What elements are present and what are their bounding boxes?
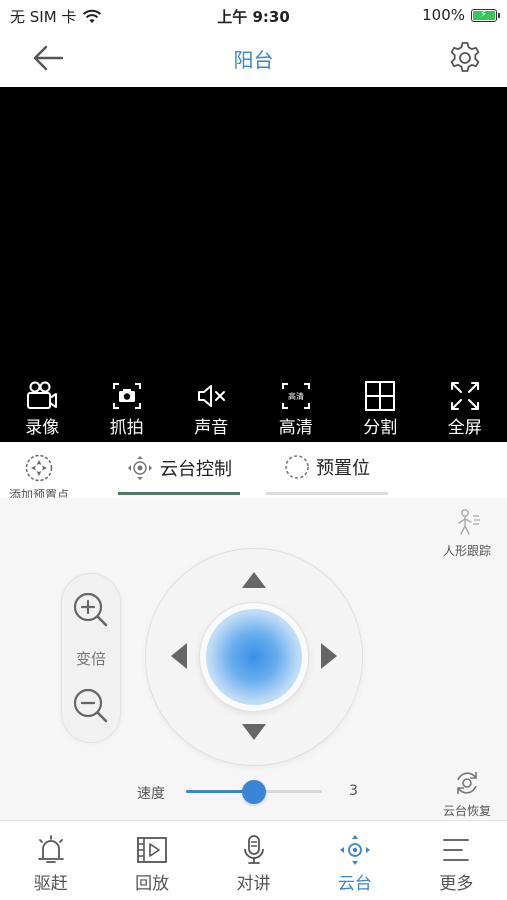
video-toolbar: 录像 抓拍 声音 高清 高清 分割 全屏 (0, 378, 507, 438)
speed-label: 速度 (137, 786, 165, 802)
speed-slider[interactable] (186, 780, 322, 804)
battery-icon: ⚡ (471, 8, 500, 22)
bottom-tab-ptz-label: 云台 (337, 874, 372, 894)
fullscreen-icon (450, 382, 479, 410)
nav-bar: 阳台 (0, 30, 507, 87)
tab-preset-label: 预置位 (316, 458, 370, 479)
tab-ptz-label: 云台控制 (160, 459, 232, 480)
pan-left-arrow-icon[interactable] (168, 641, 190, 671)
human-tracking-icon (458, 509, 480, 535)
ptz-restore-label: 云台恢复 (442, 804, 491, 818)
zoom-label: 变倍 (75, 650, 106, 668)
settings-button[interactable] (447, 40, 483, 76)
zoom-in-button[interactable] (71, 590, 111, 630)
ptz-joystick[interactable] (146, 549, 362, 765)
bottom-tab-deter-label: 驱赶 (33, 874, 68, 894)
hd-label: 高清 (278, 418, 313, 438)
fullscreen-label: 全屏 (447, 418, 482, 438)
joystick-glow (206, 609, 302, 705)
record-label: 录像 (25, 418, 60, 438)
status-bar: 无 SIM 卡 上午 9:30 100% ⚡ (0, 0, 507, 30)
pan-right-arrow-icon[interactable] (318, 641, 340, 671)
gear-icon (450, 42, 480, 72)
status-right: 100% ⚡ (422, 6, 500, 24)
human-tracking-button[interactable]: 人形跟踪 (435, 508, 499, 559)
video-view[interactable]: 录像 抓拍 声音 高清 高清 分割 全屏 (0, 87, 507, 442)
zoom-out-button[interactable] (71, 686, 111, 726)
record-button[interactable]: 录像 (0, 378, 85, 438)
ptz-restore-icon (457, 772, 477, 794)
page-title: 阳台 (233, 48, 274, 72)
alarm-bell-icon (37, 835, 64, 863)
hd-button[interactable]: 高清 高清 (254, 378, 339, 438)
zoom-in-icon (73, 592, 108, 627)
ptz-control-panel: 人形跟踪 变倍 速度 3 云台恢复 (0, 498, 507, 820)
hd-icon-text: 高清 (288, 391, 304, 401)
fullscreen-button[interactable]: 全屏 (423, 378, 507, 438)
zoom-control: 变倍 (62, 574, 120, 742)
tab-ptz-underline (118, 492, 240, 495)
bottom-tab-bar: 驱赶 回放 对讲 云台 更多 (0, 820, 507, 900)
bottom-tab-deter[interactable]: 驱赶 (0, 821, 101, 900)
video-camera-icon (27, 381, 58, 409)
sound-button[interactable]: 声音 (169, 378, 254, 438)
snapshot-camera-icon (112, 383, 141, 409)
microphone-icon (243, 835, 264, 864)
ptz-restore-button[interactable]: 云台恢复 (435, 768, 499, 819)
bottom-tab-intercom[interactable]: 对讲 (203, 821, 304, 900)
speed-slider-thumb[interactable] (242, 780, 266, 804)
snapshot-label: 抓拍 (109, 418, 144, 438)
grid-split-icon (365, 381, 396, 411)
tab-ptz-control[interactable]: 云台控制 (118, 454, 240, 498)
joystick-center[interactable] (200, 603, 308, 711)
add-preset-button[interactable]: 添加预置点 (2, 452, 76, 503)
speed-value: 3 (349, 783, 358, 799)
bottom-tab-playback-label: 回放 (135, 874, 170, 894)
split-label: 分割 (363, 418, 398, 438)
bottom-tab-playback[interactable]: 回放 (101, 821, 202, 900)
more-lines-icon (443, 839, 470, 861)
tab-preset-underline (266, 492, 388, 495)
bottom-tab-ptz[interactable]: 云台 (304, 821, 405, 900)
human-tracking-label: 人形跟踪 (442, 544, 491, 558)
speaker-mute-icon (198, 385, 226, 407)
bottom-tab-intercom-label: 对讲 (236, 874, 271, 894)
ptz-icon (339, 835, 370, 865)
split-button[interactable]: 分割 (338, 378, 423, 438)
battery-percent: 100% (422, 6, 465, 24)
bottom-tab-more-label: 更多 (439, 874, 474, 894)
hd-frame-icon: 高清 (281, 383, 310, 409)
bottom-tab-more[interactable]: 更多 (406, 821, 507, 900)
pan-down-arrow-icon[interactable] (240, 721, 268, 743)
playback-film-icon (137, 837, 168, 863)
preset-position-icon (285, 455, 309, 479)
zoom-out-icon (73, 688, 108, 723)
tab-preset-position[interactable]: 预置位 (266, 454, 388, 498)
pan-up-arrow-icon[interactable] (240, 569, 268, 591)
snapshot-button[interactable]: 抓拍 (85, 378, 170, 438)
ptz-control-icon (128, 456, 152, 480)
tab-row: 添加预置点 云台控制 预置位 (0, 442, 507, 502)
sound-label: 声音 (194, 418, 229, 438)
add-preset-icon (25, 454, 53, 482)
